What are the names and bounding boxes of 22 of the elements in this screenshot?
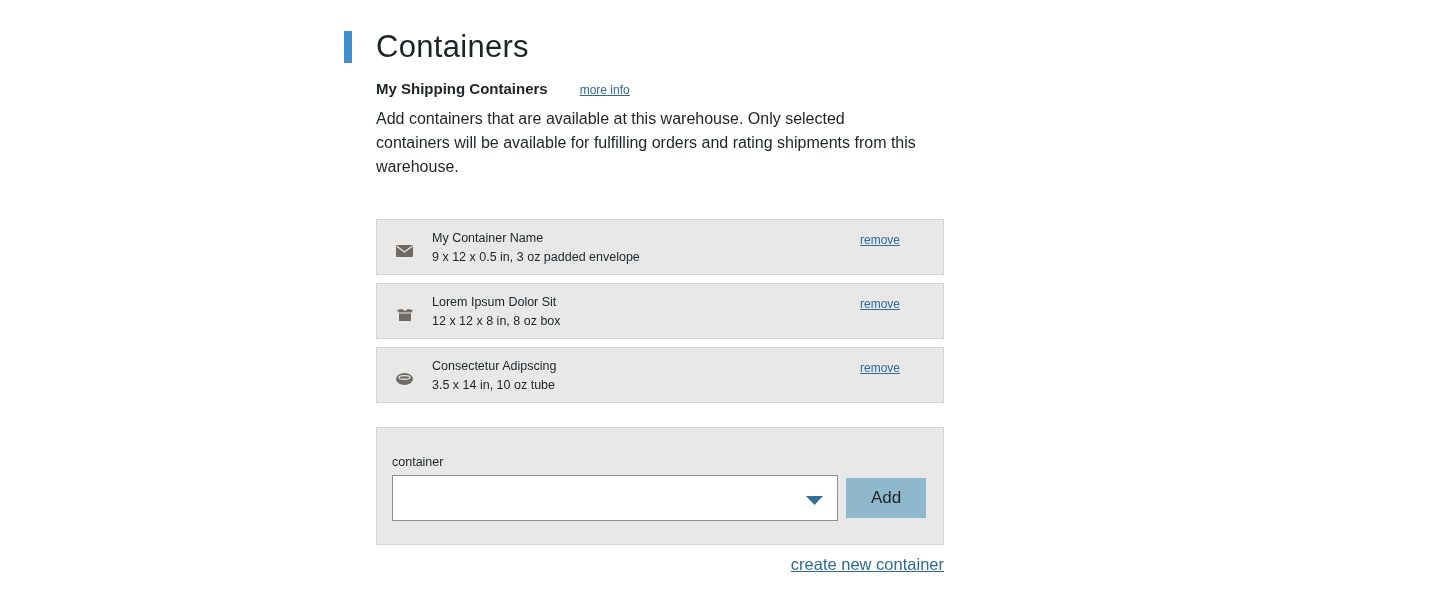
remove-link[interactable]: remove [860, 233, 900, 247]
page-title: Containers [376, 29, 529, 65]
add-button[interactable]: Add [846, 478, 926, 518]
container-name: My Container Name [432, 230, 545, 245]
dropdown-caret-icon [806, 496, 823, 505]
description-text: Add containers that are available at this warehouse. Only selected containers will be available for fulfilling orders and rating shipments from this warehouse. [376, 109, 916, 177]
container-name: Consectetur Adipscing [432, 358, 558, 373]
heading-accent-bar [344, 31, 352, 63]
container-name: Lorem Ipsum Dolor Sit [432, 294, 558, 309]
remove-link[interactable]: remove [860, 361, 900, 375]
remove-link[interactable]: remove [860, 297, 900, 311]
box-icon [396, 308, 413, 322]
section-title: My Shipping Containers [376, 80, 548, 97]
envelope-icon [396, 245, 413, 257]
container-details: 12 x 12 x 8 in, 8 oz box [432, 313, 562, 328]
field-label: container [392, 455, 444, 469]
container-details: 3.5 x 14 in, 10 oz tube [432, 377, 556, 392]
tube-icon [396, 373, 413, 385]
more-info-link[interactable]: more info [579, 83, 630, 97]
container-select[interactable] [392, 475, 838, 521]
container-details: 9 x 12 x 0.5 in, 3 oz padded envelope [432, 249, 641, 264]
create-container-link[interactable]: create new container [790, 555, 944, 574]
